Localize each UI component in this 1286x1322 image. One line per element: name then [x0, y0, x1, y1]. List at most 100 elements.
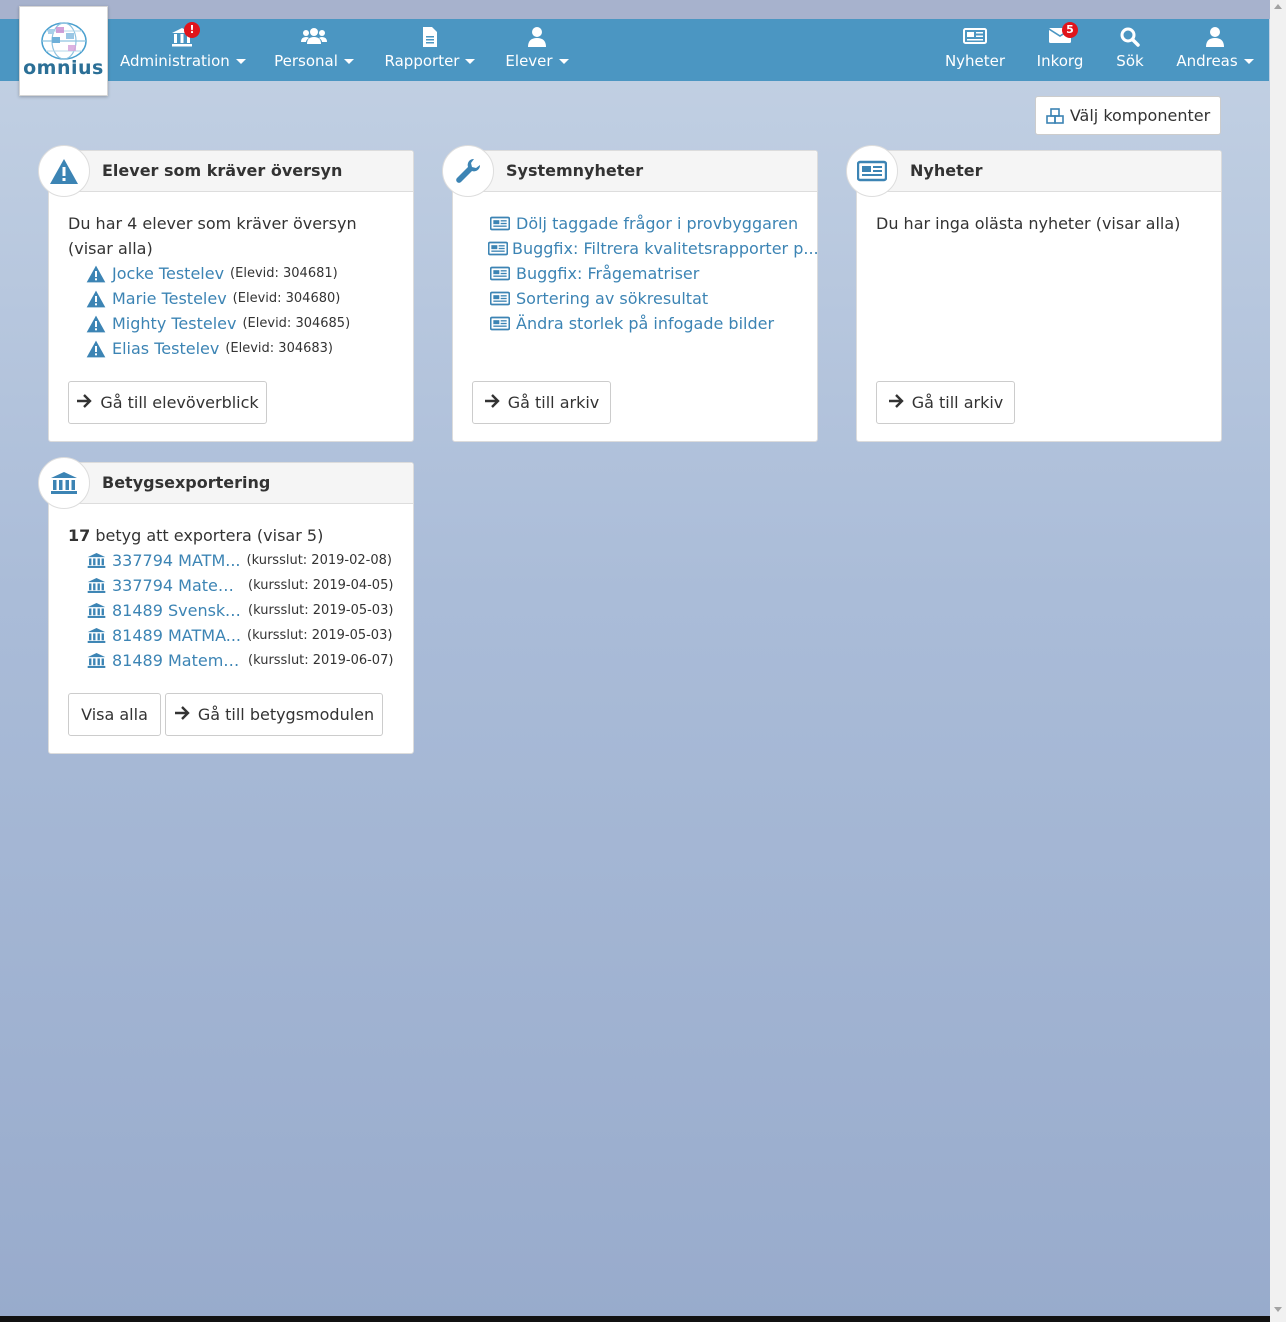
bank-icon — [84, 602, 108, 619]
grade-export-item: 81489 MATMA... (kursslut: 2019-05-03) — [84, 623, 403, 648]
student-id: (Elevid: 304683) — [225, 341, 334, 356]
student-link[interactable]: Elias Testelev — [112, 336, 219, 361]
panel-body: 17 betyg att exportera (visar 5) 337794 … — [68, 523, 403, 673]
arrow-right-icon — [174, 705, 190, 724]
caret-down-icon — [1243, 59, 1254, 64]
system-news-link[interactable]: Dölj taggade frågor i provbyggaren — [516, 211, 798, 236]
newspaper-icon — [488, 266, 512, 281]
search-icon — [1120, 27, 1140, 51]
panel-title: Betygsexportering — [102, 473, 271, 492]
inbox-count-badge: 5 — [1062, 22, 1078, 38]
user-icon — [1206, 27, 1224, 51]
nav-elever-label: Elever — [505, 52, 553, 70]
globe-logo-icon — [41, 22, 87, 60]
newspaper-icon — [963, 27, 987, 49]
bank-icon — [84, 652, 108, 669]
omnius-logo[interactable]: omnius — [19, 6, 108, 96]
caret-down-icon — [465, 59, 476, 64]
nav-elever[interactable]: Elever — [504, 19, 570, 81]
bank-icon — [84, 627, 108, 644]
grade-export-item: 81489 Matema... (kursslut: 2019-06-07) — [84, 648, 403, 673]
nav-nyheter[interactable]: Nyheter — [942, 19, 1008, 81]
student-list-item: Jocke Testelev (Elevid: 304681) — [84, 261, 403, 286]
student-list: Jocke Testelev (Elevid: 304681) Marie Test… — [84, 261, 403, 361]
administration-alert-badge: ! — [184, 22, 200, 38]
system-news-link[interactable]: Buggfix: Filtrera kvalitetsrapporter p..… — [512, 236, 819, 261]
bottom-bar — [0, 1316, 1270, 1322]
arrow-right-icon — [888, 393, 904, 412]
goto-grade-module-button[interactable]: Gå till betygsmodulen — [165, 693, 383, 736]
course-end-date: (kursslut: 2019-02-08) — [246, 553, 392, 568]
nav-user-menu[interactable]: Andreas — [1176, 19, 1254, 81]
warning-icon — [84, 315, 108, 333]
news-archive-button[interactable]: Gå till arkiv — [876, 381, 1015, 424]
course-link[interactable]: 337794 MATM... — [112, 548, 241, 573]
nav-personal[interactable]: Personal — [272, 19, 356, 81]
users-icon — [301, 27, 327, 49]
panel-body: Dölj taggade frågor i provbyggaren Buggfi… — [472, 211, 819, 336]
warning-icon — [84, 290, 108, 308]
course-link[interactable]: 81489 Svenska1 — [112, 598, 242, 623]
newspaper-icon — [846, 145, 898, 197]
student-list-item: Mighty Testelev (Elevid: 304685) — [84, 311, 403, 336]
choose-components-label: Välj komponenter — [1069, 106, 1211, 125]
caret-down-icon — [235, 59, 246, 64]
course-end-date: (kursslut: 2019-05-03) — [247, 628, 393, 643]
course-link[interactable]: 81489 MATMA... — [112, 623, 241, 648]
student-link[interactable]: Jocke Testelev — [112, 261, 224, 286]
arrow-right-icon — [484, 393, 500, 412]
arrow-right-icon — [76, 393, 93, 412]
panel-news: Nyheter Du har inga olästa nyheter (visa… — [846, 145, 1222, 442]
system-news-archive-button[interactable]: Gå till arkiv — [472, 381, 611, 424]
scroll-up-icon[interactable] — [1274, 4, 1282, 9]
nav-user-label: Andreas — [1176, 52, 1238, 70]
nav-sok[interactable]: Sök — [1110, 19, 1150, 81]
nav-sok-label: Sök — [1116, 52, 1144, 70]
caret-down-icon — [343, 59, 354, 64]
warning-icon — [84, 265, 108, 283]
panel-system-news: Systemnyheter Dölj taggade frågor i prov… — [442, 145, 819, 442]
course-link[interactable]: 81489 Matema... — [112, 648, 242, 673]
scroll-down-icon[interactable] — [1274, 1307, 1282, 1312]
grades-count-text: betyg att exportera (visar 5) — [95, 526, 324, 545]
choose-components-button[interactable]: Välj komponenter — [1035, 96, 1221, 135]
panel-header: Elever som kräver översyn — [38, 145, 413, 197]
user-icon — [528, 27, 546, 51]
nav-personal-label: Personal — [274, 52, 338, 70]
course-link[interactable]: 337794 Matem... — [112, 573, 242, 598]
newspaper-icon — [488, 291, 512, 306]
wrench-icon — [442, 145, 494, 197]
show-all-grades-button[interactable]: Visa alla — [68, 693, 161, 736]
student-link[interactable]: Mighty Testelev — [112, 311, 236, 336]
goto-student-overview-button[interactable]: Gå till elevöverblick — [68, 381, 267, 424]
goto-student-overview-label: Gå till elevöverblick — [100, 393, 259, 412]
system-news-link[interactable]: Ändra storlek på infogade bilder — [516, 311, 774, 336]
newspaper-icon — [488, 241, 508, 256]
panel-header: Nyheter — [846, 145, 1221, 197]
student-link[interactable]: Marie Testelev — [112, 286, 227, 311]
grade-export-list: 337794 MATM... (kursslut: 2019-02-08) 3377… — [84, 548, 403, 673]
panel-grade-export: Betygsexportering 17 betyg att exportera… — [38, 457, 414, 754]
vertical-scrollbar[interactable] — [1270, 0, 1286, 1322]
panel-body: Du har 4 elever som kräver översyn (visa… — [68, 211, 403, 361]
system-news-archive-label: Gå till arkiv — [507, 393, 600, 412]
warning-icon — [38, 145, 90, 197]
system-news-link[interactable]: Buggfix: Frågematriser — [516, 261, 699, 286]
nav-administration[interactable]: ! Administration — [120, 19, 246, 81]
nav-rapporter[interactable]: Rapporter — [384, 19, 476, 81]
nav-nyheter-label: Nyheter — [944, 52, 1006, 70]
warning-icon — [84, 340, 108, 358]
nav-inkorg[interactable]: 5 Inkorg — [1030, 19, 1090, 81]
nav-administration-label: Administration — [120, 52, 230, 70]
review-intro-text: Du har 4 elever som kräver översyn (visa… — [68, 214, 357, 258]
student-id: (Elevid: 304681) — [230, 266, 338, 281]
system-news-item: Buggfix: Filtrera kvalitetsrapporter p..… — [488, 236, 819, 261]
news-archive-label: Gå till arkiv — [911, 393, 1004, 412]
system-news-link[interactable]: Sortering av sökresultat — [516, 286, 708, 311]
panel-title: Systemnyheter — [506, 161, 644, 180]
bank-icon — [84, 577, 108, 594]
grade-export-item: 81489 Svenska1 (kursslut: 2019-05-03) — [84, 598, 403, 623]
nav-inkorg-label: Inkorg — [1036, 52, 1084, 70]
course-end-date: (kursslut: 2019-06-07) — [248, 653, 394, 668]
goto-grade-module-label: Gå till betygsmodulen — [197, 705, 375, 724]
